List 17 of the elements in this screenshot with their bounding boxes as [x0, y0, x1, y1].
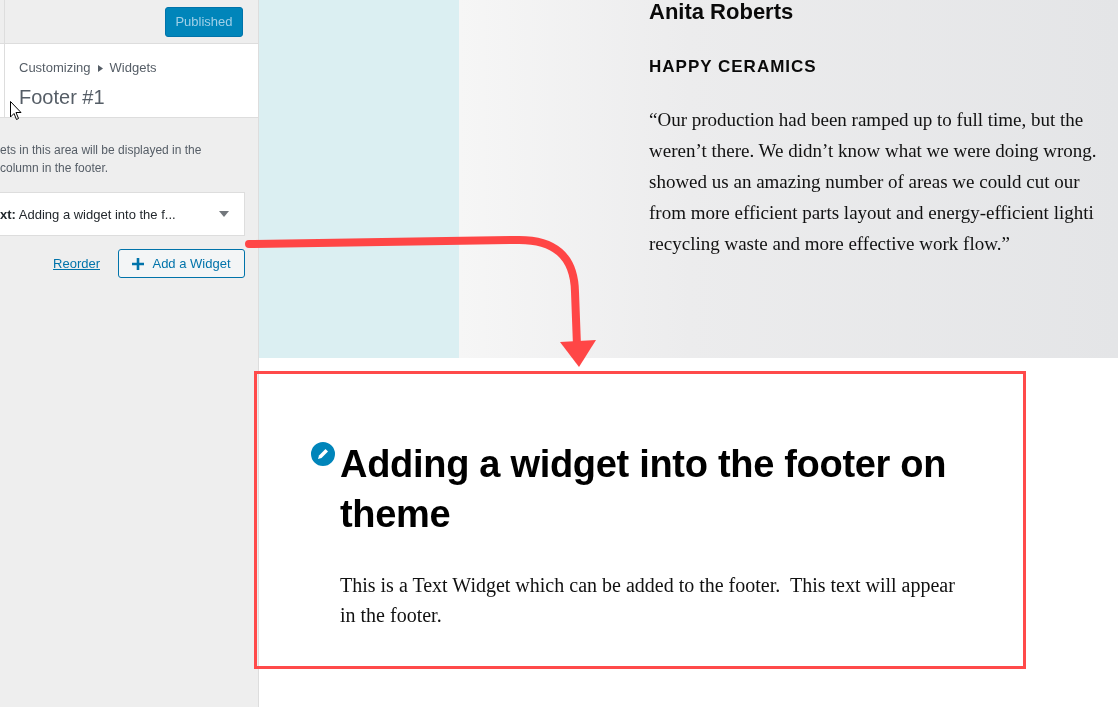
breadcrumb-item: Customizing: [19, 59, 91, 77]
plus-icon: [132, 257, 145, 270]
widget-heading: Adding a widget into the footer on theme: [340, 442, 948, 537]
section-description: ets in this area will be displayed in the column in the footer.: [0, 142, 203, 177]
section-title: Footer #1: [19, 85, 106, 110]
dropdown-arrow-icon[interactable]: [219, 211, 229, 217]
widget-item[interactable]: xt: Adding a widget into the f...: [0, 192, 245, 236]
breadcrumb-item: Widgets: [109, 59, 157, 77]
edit-pencil-icon[interactable]: [309, 440, 337, 468]
widget-title: xt: Adding a widget into the f...: [0, 206, 176, 222]
widget-text: This is a Text Widget which can be added to the footer. This text will appear in the footer.: [340, 573, 956, 628]
add-widget-button[interactable]: Add a Widget: [118, 249, 245, 278]
person-name: Anita Roberts: [649, 0, 794, 24]
reorder-link[interactable]: Reorder: [53, 256, 100, 271]
company-name: HAPPY CERAMICS: [649, 57, 817, 77]
caret-right-icon: [97, 64, 103, 72]
testimonial-quote: “Our production had been ramped up to full time, but the weren’t there. We didn’t know what we were doing wrong. showed us an amazing number of areas we could cut our from more efficient parts layout and energy-efficient lighti recycling waste and more effective work flow.”: [649, 108, 1097, 256]
